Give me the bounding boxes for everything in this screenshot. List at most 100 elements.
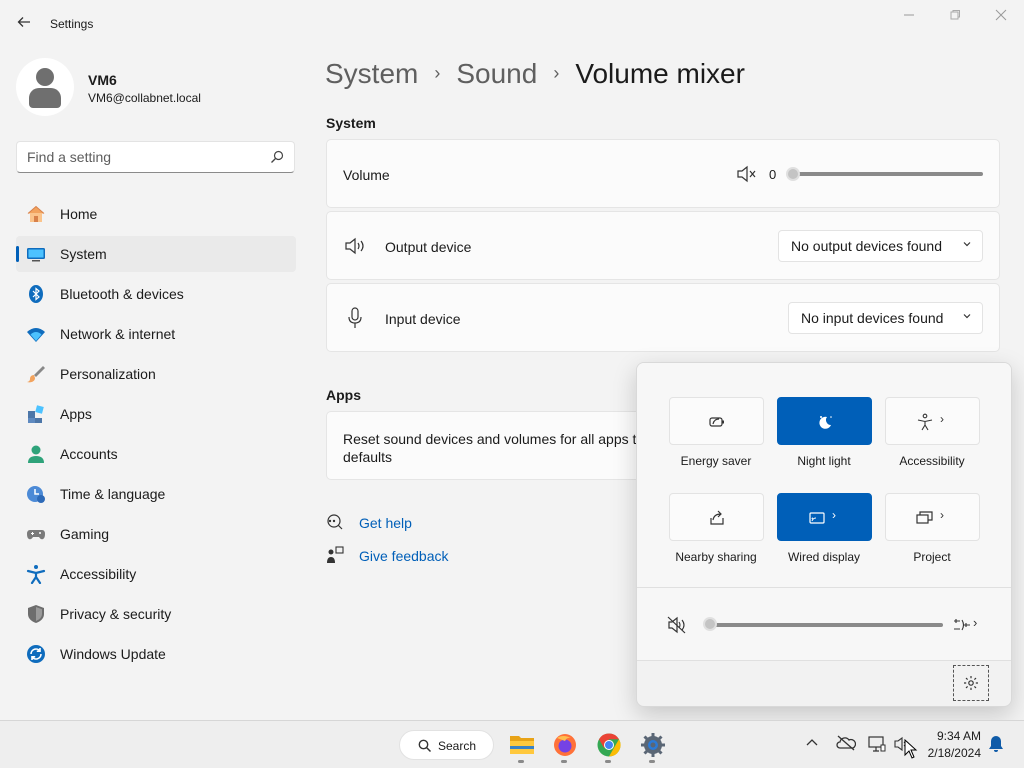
night-light-icon (816, 413, 834, 431)
file-explorer-button[interactable] (506, 729, 538, 763)
give-feedback-label: Give feedback (359, 548, 449, 564)
sidebar-item-label: Gaming (60, 526, 110, 542)
search-box[interactable] (16, 141, 295, 173)
chevron-right-icon: › (832, 508, 836, 522)
chevron-up-icon[interactable] (804, 735, 824, 755)
sidebar-item-accounts[interactable]: Accounts (16, 436, 296, 472)
breadcrumb-system[interactable]: System (325, 58, 418, 89)
share-icon (708, 509, 726, 527)
back-button[interactable] (14, 14, 34, 34)
bluetooth-icon (26, 284, 46, 304)
minimize-button[interactable] (896, 8, 922, 26)
nearby-sharing-label: Nearby sharing (675, 550, 757, 564)
sidebar-item-label: Accessibility (60, 566, 137, 582)
energy-saver-tile[interactable] (669, 397, 764, 445)
close-button[interactable] (988, 8, 1014, 26)
avatar[interactable] (16, 58, 74, 116)
sidebar-item-label: Network & internet (60, 326, 176, 342)
settings-gear-icon (640, 732, 666, 761)
sidebar-item-bluetooth[interactable]: Bluetooth & devices (16, 276, 296, 312)
maximize-icon (950, 10, 960, 20)
sidebar-item-label: System (60, 246, 107, 262)
sound-output-icon (953, 617, 971, 636)
sidebar-item-label: Privacy & security (60, 606, 172, 622)
accessibility-label: Accessibility (899, 454, 965, 468)
volume-label: Volume (343, 167, 390, 183)
system-section-title: System (326, 115, 376, 131)
help-icon (326, 513, 344, 534)
sidebar-item-time-language[interactable]: Time & language (16, 476, 296, 512)
sidebar-item-privacy-security[interactable]: Privacy & security (16, 596, 296, 632)
energy-saver-icon (708, 413, 726, 431)
energy-saver-label: Energy saver (680, 454, 752, 468)
sidebar-item-network[interactable]: Network & internet (16, 316, 296, 352)
sidebar-item-label: Apps (60, 406, 92, 422)
clock-globe-icon (26, 484, 46, 504)
chevron-right-icon: › (553, 63, 560, 83)
taskbar-date[interactable]: 2/18/2024 (928, 746, 981, 760)
quick-volume-slider-track[interactable] (711, 623, 943, 627)
project-label: Project (913, 550, 951, 564)
night-light-tile[interactable] (777, 397, 872, 445)
wired-display-tile[interactable]: › (777, 493, 872, 541)
sidebar-item-label: Windows Update (60, 646, 166, 662)
update-icon (26, 644, 46, 664)
sidebar-item-windows-update[interactable]: Windows Update (16, 636, 296, 672)
maximize-button[interactable] (942, 8, 968, 26)
sidebar-item-apps[interactable]: Apps (16, 396, 296, 432)
folder-icon (509, 732, 535, 759)
mute-speaker-icon[interactable] (667, 616, 687, 637)
mute-speaker-icon[interactable] (736, 165, 758, 186)
output-device-dropdown[interactable]: No output devices found (778, 230, 983, 262)
project-tile[interactable]: › (885, 493, 980, 541)
project-icon (916, 509, 934, 527)
input-device-dropdown[interactable]: No input devices found (788, 302, 983, 334)
nearby-sharing-tile[interactable] (669, 493, 764, 541)
sidebar-item-label: Bluetooth & devices (60, 286, 184, 302)
sidebar-item-label: Time & language (60, 486, 166, 502)
chevron-right-icon: › (973, 615, 978, 630)
sidebar-item-gaming[interactable]: Gaming (16, 516, 296, 552)
sidebar-item-accessibility[interactable]: Accessibility (16, 556, 296, 592)
shield-icon (26, 604, 46, 624)
accessibility-tile[interactable]: › (885, 397, 980, 445)
search-icon (270, 150, 284, 164)
settings-app-button[interactable] (637, 729, 669, 763)
output-device-label: Output device (385, 239, 472, 255)
taskbar: Search 9:34 AM 2/18/2024 (0, 720, 1024, 768)
taskbar-time[interactable]: 9:34 AM (937, 729, 981, 743)
sidebar-item-personalization[interactable]: Personalization (16, 356, 296, 392)
network-icon[interactable] (868, 735, 888, 755)
apps-section-title: Apps (326, 387, 361, 403)
sidebar-item-label: Accounts (60, 446, 118, 462)
quick-volume-slider-thumb[interactable] (703, 617, 717, 631)
microphone-icon (347, 307, 363, 332)
notification-bell-icon[interactable] (988, 735, 1008, 755)
wired-display-label: Wired display (787, 550, 861, 564)
taskbar-search[interactable]: Search (399, 730, 494, 760)
chevron-right-icon: › (434, 63, 441, 83)
chrome-icon (596, 732, 622, 761)
feedback-icon (326, 546, 344, 567)
volume-value: 0 (769, 167, 777, 182)
output-device-card: Output device No output devices found (326, 211, 1000, 280)
onedrive-offline-icon[interactable] (836, 735, 857, 755)
firefox-button[interactable] (549, 729, 581, 763)
search-input[interactable] (17, 142, 294, 172)
reset-description-line2: defaults (343, 449, 393, 465)
volume-slider-thumb[interactable] (786, 167, 800, 181)
input-device-value: No input devices found (801, 310, 944, 326)
volume-card: Volume 0 (326, 139, 1000, 208)
chrome-button[interactable] (593, 729, 625, 763)
sidebar-item-system[interactable]: System (16, 236, 296, 272)
sidebar-item-label: Personalization (60, 366, 156, 382)
all-settings-button[interactable] (953, 665, 989, 701)
apps-icon (26, 404, 46, 424)
volume-slider-track[interactable] (793, 172, 983, 176)
chevron-down-icon (962, 303, 972, 333)
breadcrumb-sound[interactable]: Sound (456, 58, 537, 89)
brush-icon (26, 364, 46, 384)
gamepad-icon (26, 524, 46, 544)
sidebar-item-home[interactable]: Home (16, 196, 296, 232)
mouse-cursor-icon (904, 738, 918, 762)
